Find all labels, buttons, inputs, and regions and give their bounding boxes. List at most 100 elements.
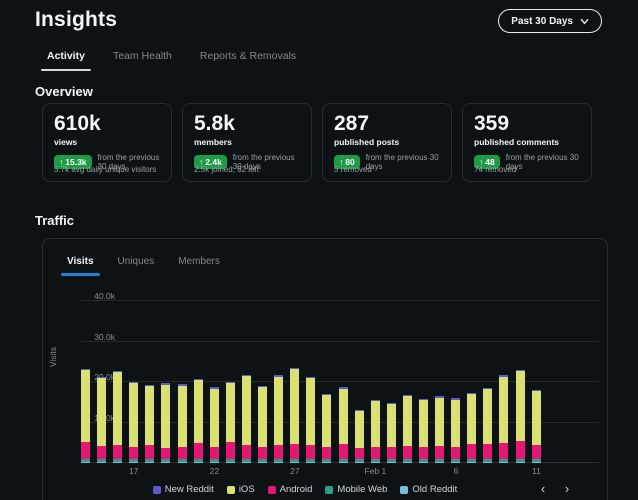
next-page-button[interactable]: ›	[559, 481, 575, 497]
bar-segment-ios	[161, 385, 170, 449]
bar-segment-android	[290, 444, 299, 459]
bar-segment-android	[467, 444, 476, 459]
stacked-bar[interactable]	[516, 370, 525, 463]
bar-segment-old-reddit	[371, 462, 380, 463]
legend-label: New Reddit	[165, 484, 214, 495]
stat-label: published comments	[474, 137, 580, 147]
main-tabs: Activity Team Health Reports & Removals	[35, 44, 308, 71]
bar-segment-old-reddit	[290, 462, 299, 463]
stat-value: 359	[474, 113, 580, 135]
bar-segment-ios	[467, 394, 476, 444]
stacked-bar[interactable]	[483, 388, 492, 463]
legend-item-new-reddit[interactable]: New Reddit	[153, 484, 214, 495]
stat-value: 5.8k	[194, 113, 300, 135]
bar-segment-old-reddit	[113, 462, 122, 463]
bar-segment-android	[306, 445, 315, 458]
bar-segment-android	[258, 447, 267, 459]
bar-segment-old-reddit	[451, 462, 460, 463]
stacked-bar[interactable]	[145, 385, 154, 463]
stat-card-published-posts: 287 published posts ↑80 from the previou…	[322, 103, 452, 182]
bar-segment-ios	[483, 389, 492, 444]
stacked-bar[interactable]	[371, 400, 380, 463]
legend-label: Old Reddit	[412, 484, 457, 495]
bar-segment-old-reddit	[129, 462, 138, 463]
bar-segment-android	[178, 447, 187, 459]
legend-item-android[interactable]: Android	[268, 484, 313, 495]
bar-segment-android	[274, 445, 283, 458]
stacked-bar[interactable]	[194, 379, 203, 463]
stacked-bar[interactable]	[403, 395, 412, 463]
bar-segment-android	[97, 446, 106, 459]
bar-segment-ios	[306, 378, 315, 445]
bar-segment-old-reddit	[387, 462, 396, 463]
bar-segment-ios	[145, 386, 154, 445]
delta-note: from the previous 30 days	[366, 153, 440, 171]
bar-segment-android	[129, 447, 138, 459]
stacked-bar[interactable]	[129, 382, 138, 463]
stacked-bar[interactable]	[387, 403, 396, 463]
y-axis-label: Visits	[48, 347, 58, 367]
tab-reports-removals[interactable]: Reports & Removals	[188, 44, 308, 71]
stacked-bar[interactable]	[339, 387, 348, 463]
date-range-button[interactable]: Past 30 Days	[498, 9, 602, 33]
bar-segment-ios	[258, 387, 267, 447]
traffic-heading: Traffic	[35, 213, 74, 228]
bar-segment-android	[210, 447, 219, 459]
bar-segment-ios	[532, 391, 541, 445]
stacked-bar[interactable]	[178, 384, 187, 463]
legend-label: iOS	[239, 484, 255, 495]
bar-segment-android	[339, 444, 348, 459]
bar-segment-ios	[387, 404, 396, 447]
bar-segment-old-reddit	[516, 462, 525, 463]
bar-segment-android	[355, 448, 364, 459]
stacked-bar[interactable]	[355, 410, 364, 463]
stacked-bar[interactable]	[306, 377, 315, 463]
stacked-bar[interactable]	[258, 386, 267, 463]
stacked-bar[interactable]	[81, 369, 90, 463]
stacked-bar[interactable]	[274, 375, 283, 463]
android-swatch-icon	[268, 486, 276, 494]
tab-team-health[interactable]: Team Health	[101, 44, 184, 71]
prev-page-button[interactable]: ‹	[535, 481, 551, 497]
stacked-bar[interactable]	[451, 398, 460, 463]
stacked-bar[interactable]	[532, 390, 541, 463]
stat-value: 287	[334, 113, 440, 135]
bar-segment-android	[194, 443, 203, 459]
x-axis-ticks: 172227Feb 1611	[81, 466, 541, 478]
legend-item-ios[interactable]: iOS	[227, 484, 255, 495]
tab-uniques[interactable]: Uniques	[108, 251, 165, 276]
stacked-bar[interactable]	[290, 368, 299, 463]
bar-segment-android	[419, 447, 428, 459]
bar-segment-android	[451, 447, 460, 459]
bar-segment-ios	[194, 380, 203, 442]
delta-note: from the previous 30 days	[506, 153, 580, 171]
bar-segment-old-reddit	[161, 462, 170, 463]
stacked-bar[interactable]	[210, 387, 219, 463]
stacked-bar[interactable]	[467, 393, 476, 463]
traffic-tabs: Visits Uniques Members	[57, 251, 230, 276]
stacked-bar[interactable]	[161, 383, 170, 463]
bar-segment-old-reddit	[258, 462, 267, 463]
stacked-bar[interactable]	[242, 375, 251, 463]
legend-item-old-reddit[interactable]: Old Reddit	[400, 484, 457, 495]
stacked-bar[interactable]	[113, 371, 122, 463]
stacked-bar[interactable]	[499, 375, 508, 463]
bar-segment-old-reddit	[532, 462, 541, 463]
tab-members[interactable]: Members	[168, 251, 230, 276]
x-tick-label: 11	[532, 466, 541, 476]
legend-item-mobile-web[interactable]: Mobile Web	[325, 484, 387, 495]
stacked-bar[interactable]	[419, 399, 428, 463]
x-tick-label: 17	[129, 466, 138, 476]
stacked-bar[interactable]	[435, 396, 444, 463]
stacked-bar[interactable]	[322, 394, 331, 463]
bar-segment-ios	[371, 401, 380, 446]
stacked-bar[interactable]	[97, 377, 106, 463]
tab-activity[interactable]: Activity	[35, 44, 97, 71]
tab-visits[interactable]: Visits	[57, 251, 104, 276]
stat-footnote: 74 removed	[474, 165, 516, 174]
stacked-bar[interactable]	[226, 382, 235, 463]
stat-label: published posts	[334, 137, 440, 147]
bar-segment-android	[387, 447, 396, 459]
chart-pager: ‹ ›	[535, 481, 575, 497]
chart-legend: New Reddit iOS Android Mobile Web Old Re…	[43, 484, 567, 495]
